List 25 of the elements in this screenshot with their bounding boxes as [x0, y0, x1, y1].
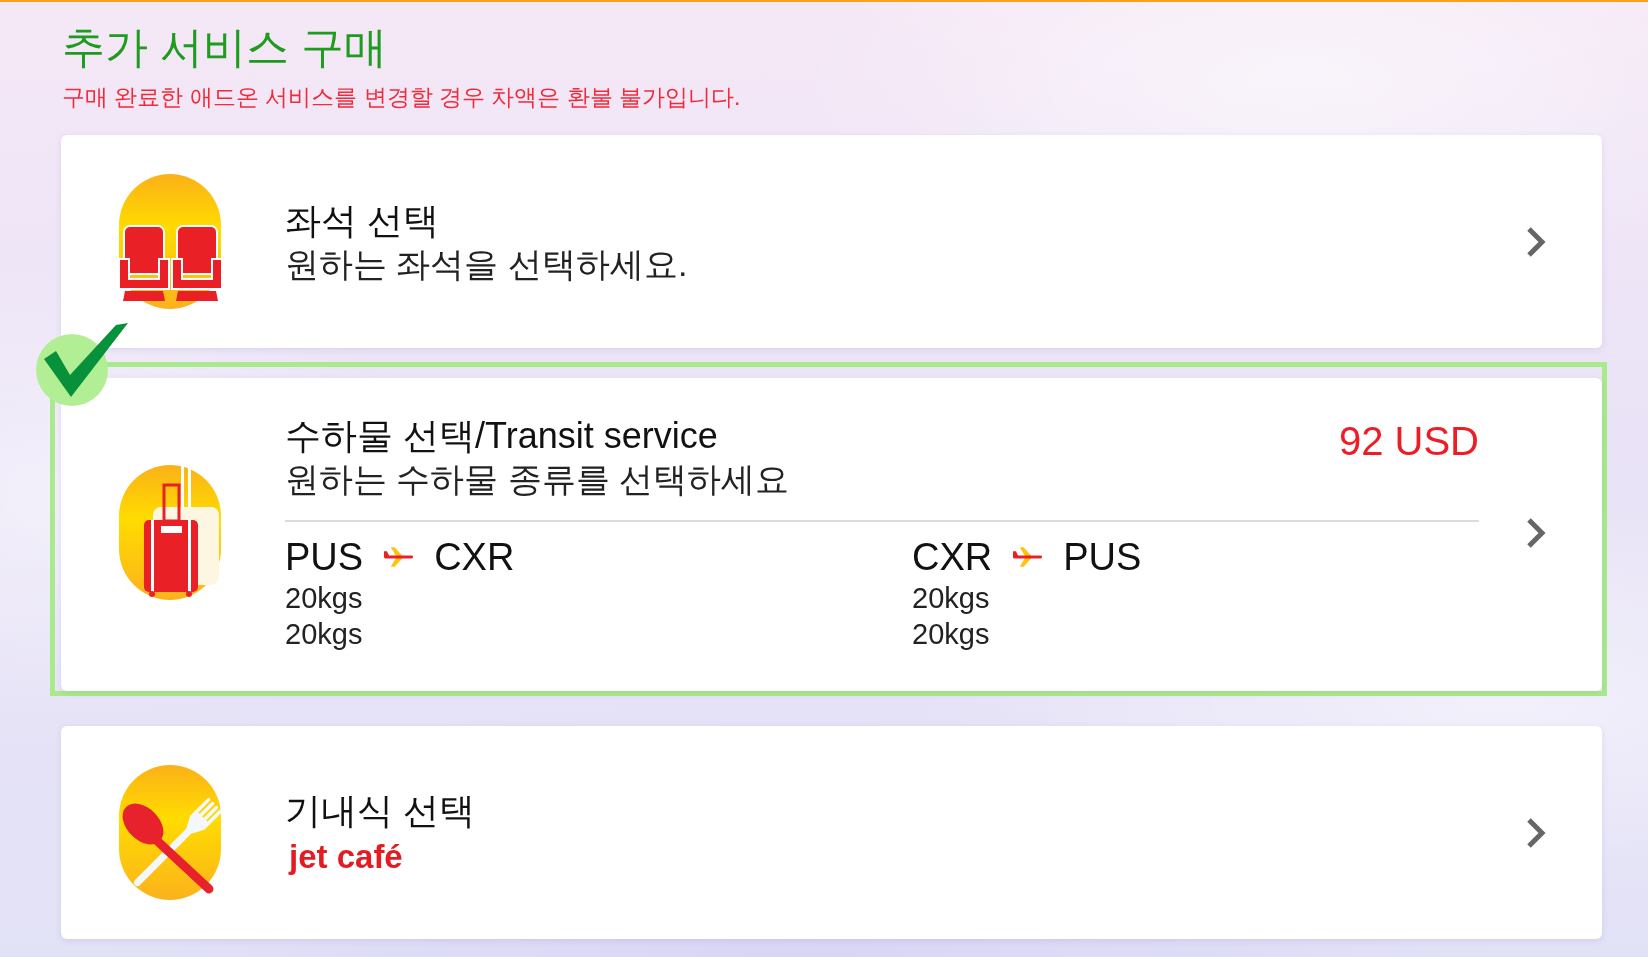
airplane-icon: [1012, 546, 1044, 568]
route-origin: CXR: [912, 535, 993, 580]
service-card[interactable]: 좌석 선택 원하는 좌석을 선택하세요.: [61, 135, 1602, 348]
baggage-allowance: 20kgs: [912, 581, 990, 616]
route-origin: PUS: [285, 535, 364, 580]
price-text: 92 USD: [1338, 418, 1479, 465]
baggage-allowance: 20kgs: [285, 581, 363, 616]
service-card[interactable]: 수하물 선택/Transit service 원하는 수하물 종류를 선택하세요 92 USD PUS CXR 20kgs 20kgs CXR PUS 20kgs 20kgs: [61, 378, 1602, 691]
chevron-right-icon: [1525, 515, 1547, 550]
route-destination: PUS: [1063, 535, 1142, 580]
airplane-icon: [383, 546, 415, 568]
service-description: 원하는 좌석을 선택하세요.: [285, 244, 688, 285]
service-title: 수하물 선택/Transit service: [285, 414, 719, 458]
refund-notice: 구매 완료한 애드온 서비스를 변경할 경우 차액은 환불 불가입니다.: [62, 83, 741, 111]
baggage-allowance: 20kgs: [912, 617, 990, 652]
service-title: 기내식 선택: [285, 789, 475, 833]
page-title: 추가 서비스 구매: [62, 22, 387, 73]
route-destination: CXR: [434, 535, 515, 580]
service-card[interactable]: 기내식 선택 jet café: [61, 726, 1602, 939]
brand-name: jet café: [289, 837, 404, 877]
service-title: 좌석 선택: [285, 199, 440, 243]
chevron-right-icon: [1525, 224, 1547, 259]
baggage-allowance: 20kgs: [285, 617, 363, 652]
chevron-right-icon: [1525, 815, 1547, 850]
service-description: 원하는 수하물 종류를 선택하세요: [285, 459, 790, 500]
